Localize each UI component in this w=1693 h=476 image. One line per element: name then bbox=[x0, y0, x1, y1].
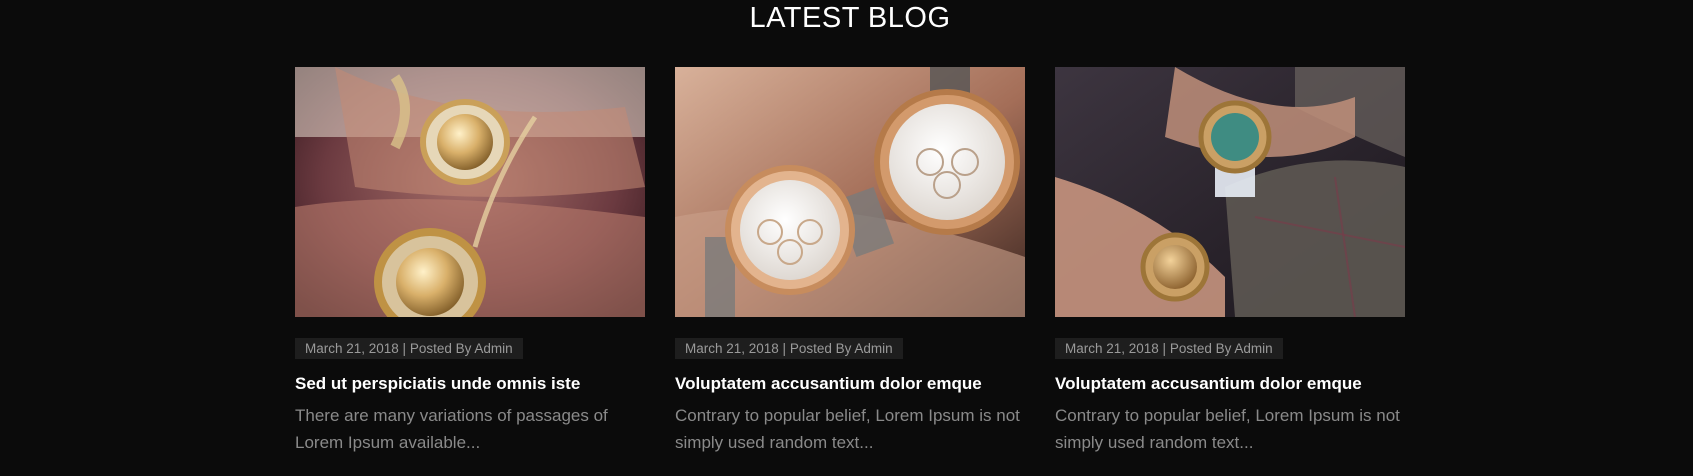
watch-photo-illustration bbox=[1055, 67, 1405, 317]
blog-post-card: March 21, 2018 | Posted By Admin Volupta… bbox=[1055, 67, 1405, 456]
post-excerpt: Contrary to popular belief, Lorem Ipsum … bbox=[1055, 406, 1400, 452]
blog-post-image[interactable] bbox=[1055, 67, 1405, 317]
blog-post-image[interactable] bbox=[295, 67, 645, 317]
blog-post-card: March 21, 2018 | Posted By Admin Volupta… bbox=[675, 67, 1025, 456]
post-excerpt: There are many variations of passages of… bbox=[295, 406, 608, 452]
post-meta: March 21, 2018 | Posted By Admin bbox=[675, 338, 903, 359]
blog-post-list: March 21, 2018 | Posted By Admin Sed ut … bbox=[295, 67, 1405, 456]
post-excerpt: Contrary to popular belief, Lorem Ipsum … bbox=[675, 406, 1020, 452]
blog-post-card: March 21, 2018 | Posted By Admin Sed ut … bbox=[295, 67, 645, 456]
post-title-link[interactable]: Voluptatem accusantium dolor emque bbox=[675, 373, 1025, 395]
blog-post-image[interactable] bbox=[675, 67, 1025, 317]
latest-blog-section: LATEST BLOG March 21, 2018 | Posted By A… bbox=[0, 0, 1693, 476]
watch-photo-illustration bbox=[295, 67, 645, 317]
post-meta: March 21, 2018 | Posted By Admin bbox=[1055, 338, 1283, 359]
post-title-link[interactable]: Voluptatem accusantium dolor emque bbox=[1055, 373, 1405, 395]
watch-photo-illustration bbox=[675, 67, 1025, 317]
post-title-link[interactable]: Sed ut perspiciatis unde omnis iste bbox=[295, 373, 645, 395]
post-meta: March 21, 2018 | Posted By Admin bbox=[295, 338, 523, 359]
section-title: LATEST BLOG bbox=[749, 2, 951, 34]
